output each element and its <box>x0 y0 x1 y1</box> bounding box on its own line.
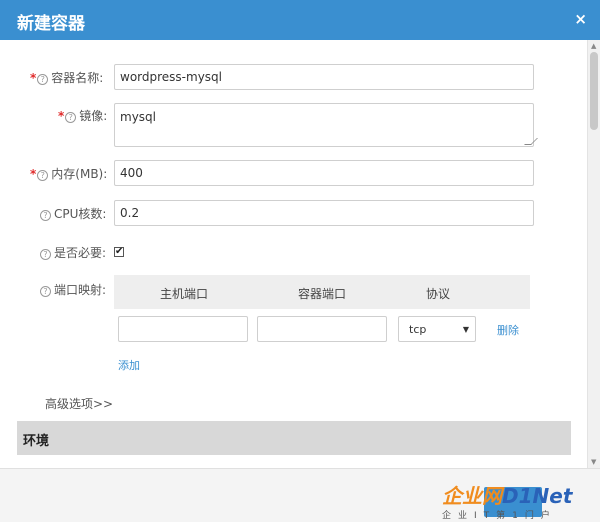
protocol-value: tcp <box>409 323 427 336</box>
help-icon[interactable]: ? <box>40 286 51 297</box>
image-label: 镜像: <box>79 109 108 123</box>
watermark-subtitle: 企业IT第1门户 <box>442 511 557 521</box>
required-mark: * <box>30 167 37 181</box>
scrollbar[interactable]: ▲ ▼ <box>587 40 600 468</box>
help-icon[interactable]: ? <box>40 210 51 221</box>
watermark-logo-text: 企业网D1Net <box>442 484 573 508</box>
close-icon[interactable]: × <box>574 10 587 28</box>
scrollbar-thumb[interactable] <box>590 52 598 130</box>
memory-label: 内存(MB): <box>51 167 108 181</box>
container-port-header: 容器端口 <box>298 287 347 301</box>
host-port-header: 主机端口 <box>160 287 209 301</box>
port-table-header: 主机端口 容器端口 协议 <box>114 275 530 309</box>
memory-label-row: *? 内存(MB): <box>30 165 107 182</box>
help-icon[interactable]: ? <box>40 249 51 260</box>
required-mark: * <box>30 71 37 85</box>
port-label: 端口映射: <box>54 283 107 297</box>
container-port-input[interactable] <box>257 316 387 342</box>
add-port-link[interactable]: 添加 <box>118 357 140 373</box>
image-label-row: *? 镜像: <box>58 107 107 124</box>
help-icon[interactable]: ? <box>65 112 77 123</box>
watermark-logo: 企业网D1Net 企业IT第1门户 <box>440 478 600 522</box>
scroll-up-icon[interactable]: ▲ <box>591 42 596 50</box>
cpu-label-row: ? CPU核数: <box>40 205 106 222</box>
delete-port-link[interactable]: 删除 <box>497 322 519 338</box>
protocol-header: 协议 <box>426 287 451 301</box>
port-label-row: ? 端口映射: <box>40 281 106 298</box>
memory-input[interactable] <box>114 160 534 186</box>
env-section-header[interactable]: 环境 <box>17 421 571 455</box>
image-input[interactable]: mysql <box>114 103 534 147</box>
required-label: 是否必要: <box>54 246 107 260</box>
container-name-input[interactable] <box>114 64 534 90</box>
cpu-label: CPU核数: <box>54 207 107 221</box>
help-icon[interactable]: ? <box>37 170 49 181</box>
advanced-options-toggle[interactable]: 高级选项>> <box>45 395 113 412</box>
name-label: 容器名称: <box>51 71 104 85</box>
cpu-input[interactable] <box>114 200 534 226</box>
required-checkbox[interactable]: ✔ <box>114 247 124 257</box>
required-mark: * <box>58 109 65 123</box>
host-port-input[interactable] <box>118 316 248 342</box>
name-label-row: *? 容器名称: <box>30 69 103 86</box>
dialog-header: 新建容器 × <box>0 0 600 40</box>
protocol-select[interactable]: tcp ▼ <box>398 316 476 342</box>
chevron-down-icon: ▼ <box>462 325 469 334</box>
help-icon[interactable]: ? <box>37 74 49 85</box>
env-section-title: 环境 <box>23 434 50 449</box>
dialog-title: 新建容器 <box>17 14 85 34</box>
scroll-down-icon[interactable]: ▼ <box>591 458 596 466</box>
required-label-row: ? 是否必要: <box>40 244 106 261</box>
